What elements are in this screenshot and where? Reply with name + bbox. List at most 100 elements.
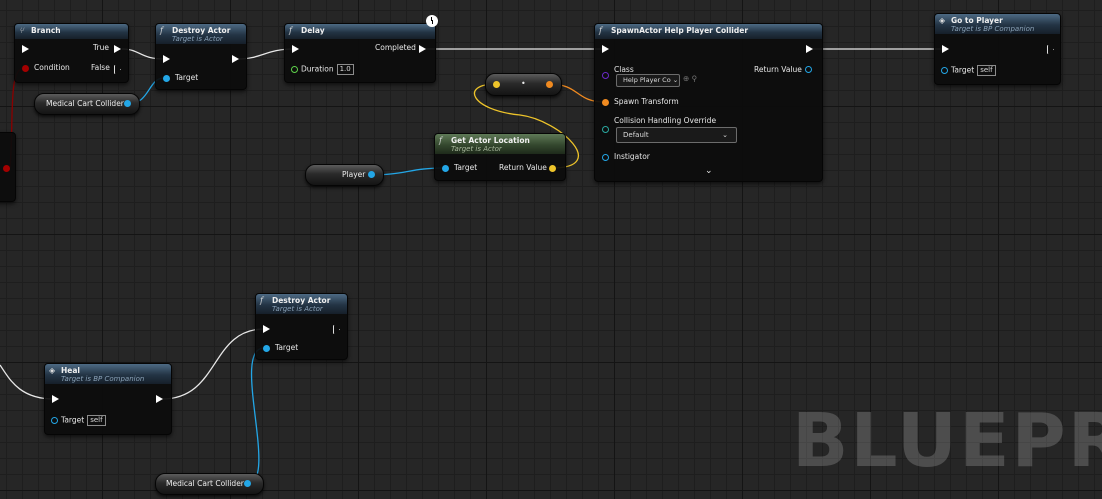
node-title: SpawnActor Help Player Collider [611, 26, 749, 35]
collision-dropdown[interactable]: Default ⌄ [616, 127, 737, 143]
node-header: f Destroy Actor Target is Actor [156, 24, 246, 44]
variable-out-pin[interactable] [368, 171, 375, 178]
node-header: f Destroy Actor Target is Actor [256, 294, 347, 314]
clock-icon [426, 15, 438, 27]
function-icon: f [289, 26, 292, 35]
node-header: ◈ Heal Target is BP Companion [45, 364, 171, 384]
destroy-actor-node[interactable]: f Destroy Actor Target is Actor Target [255, 293, 348, 360]
condition-pin-icon[interactable] [22, 65, 29, 72]
node-subtitle: Target is Actor [272, 305, 323, 313]
target-pin-label: Target [454, 163, 478, 172]
node-header: f Get Actor Location Target is Actor [435, 134, 565, 154]
node-subtitle: Target is BP Companion [61, 375, 145, 383]
target-input[interactable]: self [87, 415, 106, 426]
exec-out-pin[interactable] [156, 395, 163, 403]
exec-in-pin[interactable] [52, 395, 59, 403]
vector-in-pin[interactable] [493, 81, 500, 88]
condition-pin-label: Condition [34, 63, 70, 72]
function-icon: f [260, 296, 263, 305]
get-actor-location-node[interactable]: f Get Actor Location Target is Actor Tar… [434, 133, 566, 181]
player-variable[interactable]: Player [305, 164, 384, 186]
node-subtitle: Target is BP Companion [951, 25, 1035, 33]
exec-out-pin[interactable] [333, 325, 340, 334]
target-pin-label: Target [275, 343, 299, 352]
target-pin-label: Target [175, 73, 199, 82]
false-exec-pin[interactable] [114, 65, 121, 74]
exec-in-pin[interactable] [163, 55, 170, 63]
return-value-pin[interactable] [549, 165, 556, 172]
target-pin-icon[interactable] [442, 165, 449, 172]
exec-in-pin[interactable] [942, 45, 949, 53]
node-header: f Delay [285, 24, 435, 39]
exec-in-pin[interactable] [263, 325, 270, 333]
node-title: Destroy Actor [172, 26, 231, 35]
exec-out-pin[interactable] [1047, 45, 1054, 54]
heal-node[interactable]: ◈ Heal Target is BP Companion Target self [44, 363, 172, 435]
completed-exec-pin[interactable] [419, 45, 426, 53]
branch-icon: ⑂ [19, 26, 24, 35]
true-pin-label: True [93, 43, 109, 52]
target-pin-icon[interactable] [263, 345, 270, 352]
collision-pin-icon[interactable] [602, 126, 609, 133]
true-exec-pin[interactable] [114, 45, 121, 53]
function-icon: f [599, 26, 602, 35]
false-pin-label: False [91, 63, 110, 72]
class-pin-icon[interactable] [602, 72, 609, 79]
variable-label: Player [342, 170, 366, 179]
node-title: Destroy Actor [272, 296, 331, 305]
node-title: Get Actor Location [451, 136, 530, 145]
target-pin[interactable]: Target self [51, 415, 106, 426]
partial-node[interactable] [0, 132, 16, 202]
duration-pin-label: Duration [301, 64, 334, 74]
completed-pin-label: Completed [375, 43, 416, 52]
exec-out-pin[interactable] [232, 55, 239, 63]
exec-wire [161, 328, 265, 400]
exec-in-pin[interactable] [292, 45, 299, 53]
node-title: Heal [61, 366, 80, 375]
target-pin[interactable]: Target self [941, 65, 996, 76]
variable-label: Medical Cart Collider [46, 99, 124, 108]
branch-node[interactable]: ⑂ Branch True Condition False [14, 23, 129, 83]
medical-cart-collider-variable[interactable]: Medical Cart Collider [34, 93, 140, 115]
class-browse-icons[interactable]: ⊕ ⚲ [683, 74, 697, 83]
collision-value: Default [623, 131, 649, 139]
exec-out-pin[interactable] [806, 45, 813, 53]
bool-pin-icon[interactable] [3, 165, 10, 172]
expand-chevron-icon[interactable]: ⌄ [705, 166, 713, 176]
class-dropdown[interactable]: Help Player Co ⌄ [616, 74, 680, 87]
target-pin-icon[interactable] [163, 75, 170, 82]
node-header: ◈ Go to Player Target is BP Companion [935, 14, 1060, 34]
node-subtitle: Target is Actor [172, 35, 223, 43]
medical-cart-collider-variable[interactable]: Medical Cart Collider [155, 473, 264, 495]
instigator-pin-icon[interactable] [602, 154, 609, 161]
go-to-player-node[interactable]: ◈ Go to Player Target is BP Companion Ta… [934, 13, 1061, 85]
return-value-pin[interactable] [805, 66, 812, 73]
event-diamond-icon: ◈ [49, 366, 56, 375]
spawn-transform-label: Spawn Transform [614, 97, 679, 106]
variable-label: Medical Cart Collider [166, 479, 244, 488]
variable-out-pin[interactable] [124, 100, 131, 107]
variable-out-pin[interactable] [244, 480, 251, 487]
target-pin-label: Target [951, 65, 975, 75]
target-pin-icon[interactable] [941, 67, 948, 74]
node-subtitle: Target is Actor [451, 145, 502, 153]
spawn-transform-pin-icon[interactable] [602, 99, 609, 106]
target-pin-label: Target [61, 415, 85, 425]
transform-out-pin[interactable] [546, 81, 553, 88]
duration-input[interactable]: 1.0 [336, 64, 354, 75]
transform-conversion-node[interactable]: • [485, 73, 562, 96]
class-pin-label: Class [614, 65, 634, 74]
node-header: f SpawnActor Help Player Collider [595, 24, 822, 39]
object-wire [246, 347, 265, 485]
exec-in-pin[interactable] [22, 45, 29, 53]
chevron-down-icon: ⌄ [722, 131, 728, 139]
destroy-actor-node[interactable]: f Destroy Actor Target is Actor Target [155, 23, 247, 90]
delay-node[interactable]: f Delay Completed Duration 1.0 [284, 15, 438, 83]
class-value: Help Player Co [623, 76, 671, 84]
target-pin-icon[interactable] [51, 417, 58, 424]
float-pin-icon[interactable] [291, 66, 298, 73]
exec-in-pin[interactable] [602, 45, 609, 53]
target-input[interactable]: self [977, 65, 996, 76]
duration-pin[interactable]: Duration 1.0 [291, 64, 354, 75]
spawn-actor-node[interactable]: f SpawnActor Help Player Collider Class … [594, 23, 823, 182]
